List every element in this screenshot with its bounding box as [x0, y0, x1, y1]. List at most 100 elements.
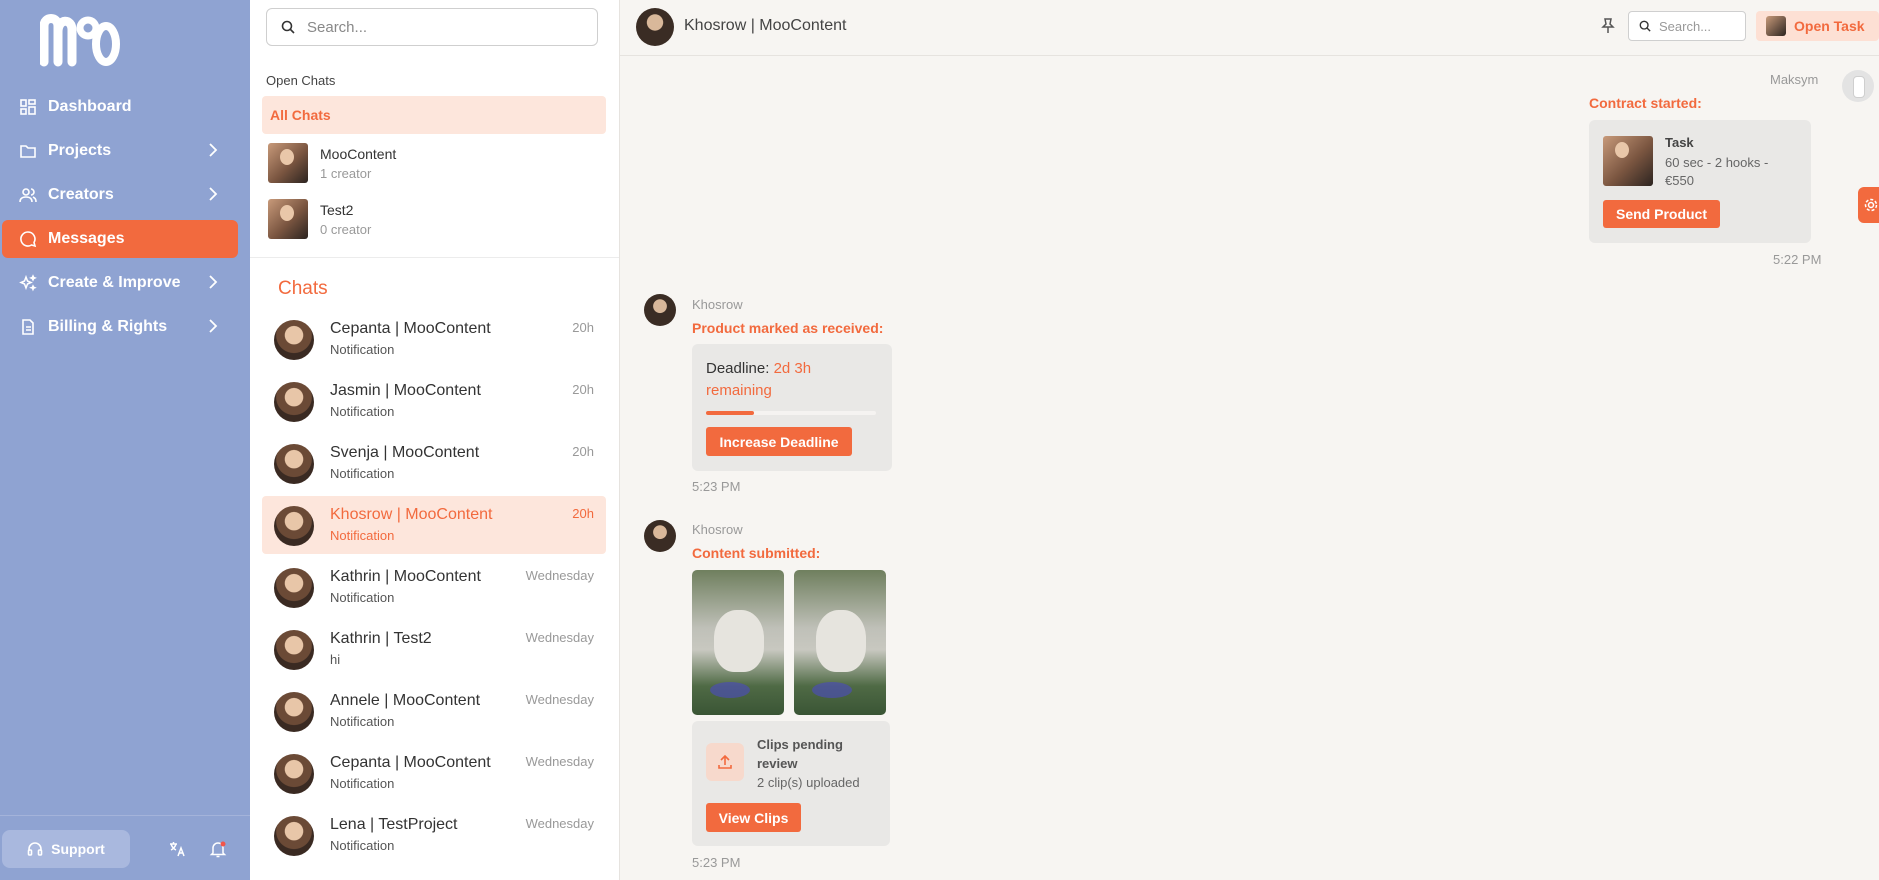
- group-thumbnail: [268, 199, 308, 239]
- chat-time: Wednesday: [525, 692, 594, 707]
- nav-projects[interactable]: Projects: [2, 132, 238, 170]
- chat-name: Kathrin | MooContent: [330, 568, 481, 585]
- chat-name: Khosrow | MooContent: [330, 506, 493, 523]
- chat-name: Kathrin | Test2: [330, 630, 432, 647]
- chevron-right-icon: [209, 143, 218, 157]
- chat-preview: Notification: [330, 590, 395, 605]
- chat-list-panel: Open Chats All Chats MooContent 1 creato…: [250, 0, 620, 880]
- view-clips-button[interactable]: View Clips: [706, 803, 801, 832]
- chevron-right-icon: [209, 275, 218, 289]
- conversation-search[interactable]: [1628, 11, 1746, 41]
- message-time: 5:22 PM: [1773, 252, 1822, 267]
- chat-time: 20h: [572, 506, 594, 521]
- avatar: [274, 630, 314, 670]
- task-details: 60 sec - 2 hooks - €550: [1665, 155, 1769, 188]
- avatar: [274, 692, 314, 732]
- nav-label: Create & Improve: [48, 274, 181, 291]
- nav-label: Projects: [48, 142, 112, 159]
- chat-time: Wednesday: [525, 568, 594, 583]
- nav-creators[interactable]: Creators: [2, 176, 238, 214]
- group-thumbnail: [268, 143, 308, 183]
- group-sub: 1 creator: [320, 165, 372, 181]
- chat-preview: Notification: [330, 776, 395, 791]
- pin-icon[interactable]: [1600, 17, 1616, 35]
- search-icon: [1639, 20, 1651, 32]
- chat-item[interactable]: Cepanta | MooContent Notification Wednes…: [262, 744, 606, 802]
- deadline-progress-track: [706, 411, 876, 415]
- avatar: [644, 520, 676, 552]
- event-title: Contract started:: [1589, 95, 1702, 111]
- chat-time: 20h: [572, 444, 594, 459]
- chats-heading: Chats: [278, 278, 328, 299]
- avatar: [636, 8, 674, 46]
- deadline-card: Deadline: 2d 3h remaining Increase Deadl…: [692, 344, 892, 471]
- increase-deadline-button[interactable]: Increase Deadline: [706, 427, 852, 456]
- clip-thumbnail[interactable]: [794, 570, 886, 715]
- nav-create-improve[interactable]: Create & Improve: [2, 264, 238, 302]
- chat-preview: Notification: [330, 466, 395, 481]
- nav-dashboard[interactable]: Dashboard: [2, 88, 238, 126]
- deadline-progress-fill: [706, 411, 754, 415]
- pending-sub: 2 clip(s) uploaded: [757, 775, 860, 790]
- chevron-right-icon: [209, 319, 218, 333]
- group-name: Test2: [320, 201, 354, 218]
- message-time: 5:23 PM: [692, 855, 741, 870]
- all-chats-item[interactable]: All Chats: [262, 96, 606, 134]
- chat-item[interactable]: Cepanta | MooContent Notification 20h: [262, 310, 606, 368]
- clips-pending-card: Clips pending review 2 clip(s) uploaded …: [692, 721, 890, 846]
- support-button[interactable]: Support: [2, 830, 130, 868]
- upload-icon: [706, 743, 744, 781]
- sidebar: Dashboard Projects Creators Messages Cre…: [0, 0, 250, 880]
- nav-label: Billing & Rights: [48, 318, 168, 335]
- dashboard-icon: [18, 97, 38, 117]
- chat-item[interactable]: Annele | MooContent Notification Wednesd…: [262, 682, 606, 740]
- event-title: Product marked as received:: [692, 320, 884, 336]
- sender-name: Maksym: [1770, 72, 1819, 87]
- chat-name: Lena | TestProject: [330, 816, 458, 833]
- conversation-search-input[interactable]: [1659, 18, 1739, 34]
- avatar: [274, 506, 314, 546]
- chat-item[interactable]: Svenja | MooContent Notification 20h: [262, 434, 606, 492]
- group-name: MooContent: [320, 145, 397, 162]
- chat-name: Jasmin | MooContent: [330, 382, 481, 399]
- chat-item[interactable]: Jasmin | MooContent Notification 20h: [262, 372, 606, 430]
- chat-search-input[interactable]: [307, 18, 567, 36]
- group-sub: 0 creator: [320, 221, 372, 237]
- pending-title: Clips pending review: [757, 737, 843, 771]
- chat-name: Svenja | MooContent: [330, 444, 480, 461]
- chat-item[interactable]: Kathrin | MooContent Notification Wednes…: [262, 558, 606, 616]
- avatar: [274, 754, 314, 794]
- task-title: Task: [1665, 135, 1694, 150]
- sender-name: Khosrow: [692, 297, 743, 312]
- document-icon: [18, 317, 38, 337]
- nav-label: Messages: [48, 230, 125, 247]
- conversation-title: Khosrow | MooContent: [684, 17, 847, 34]
- avatar: [1842, 70, 1874, 102]
- clip-thumbnail[interactable]: [692, 570, 784, 715]
- avatar: [274, 444, 314, 484]
- chat-preview: Notification: [330, 838, 395, 853]
- avatar: [274, 382, 314, 422]
- nav-messages[interactable]: Messages: [2, 220, 238, 258]
- nav-label: Creators: [48, 186, 114, 203]
- bell-icon[interactable]: [207, 838, 229, 860]
- event-title: Content submitted:: [692, 545, 821, 561]
- nav-billing-rights[interactable]: Billing & Rights: [2, 308, 238, 346]
- settings-tab[interactable]: [1858, 187, 1879, 223]
- translate-icon[interactable]: [166, 838, 188, 860]
- chat-item[interactable]: Lena | TestProject Notification Wednesda…: [262, 806, 606, 864]
- moo-logo[interactable]: [40, 12, 120, 68]
- avatar: [644, 294, 676, 326]
- contract-card: Task 60 sec - 2 hooks - €550 Send Produc…: [1589, 120, 1811, 243]
- group-item[interactable]: MooContent 1 creator: [268, 138, 598, 188]
- chat-item-active[interactable]: Khosrow | MooContent Notification 20h: [262, 496, 606, 554]
- deadline-text: Deadline: 2d 3h remaining: [706, 358, 876, 402]
- search-icon: [281, 20, 295, 34]
- group-item[interactable]: Test2 0 creator: [268, 194, 598, 244]
- chat-item[interactable]: Kathrin | Test2 hi Wednesday: [262, 620, 606, 678]
- send-product-button[interactable]: Send Product: [1603, 200, 1720, 228]
- headset-icon: [27, 842, 43, 856]
- open-chats-label: Open Chats: [266, 73, 336, 88]
- open-task-button[interactable]: Open Task: [1756, 11, 1879, 41]
- chat-search[interactable]: [266, 8, 598, 46]
